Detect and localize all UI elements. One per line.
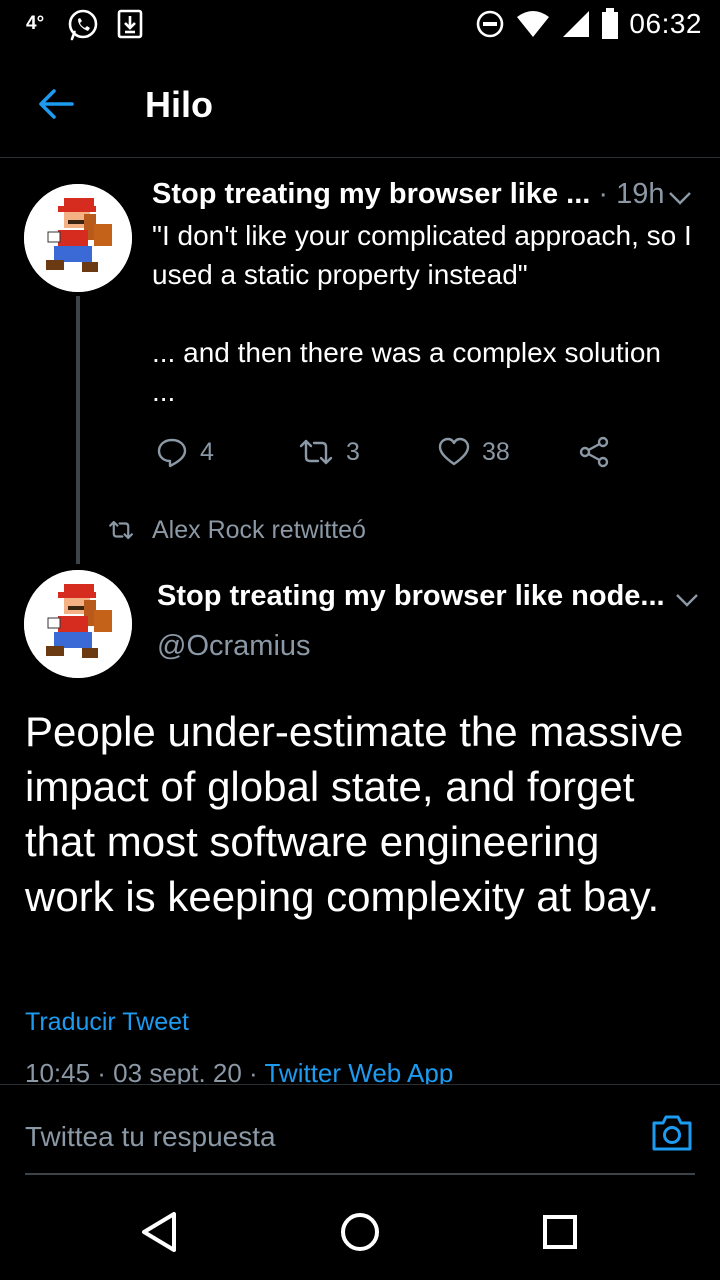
retweet-button[interactable]: 3 — [298, 430, 360, 474]
tweet-timestamp: 10:45 · 03 sept. 20 · — [25, 1058, 265, 1084]
battery-icon — [602, 8, 619, 39]
retweet-note: Alex Rock retwitteó — [108, 512, 366, 548]
camera-icon[interactable] — [650, 1111, 694, 1155]
tweet-actions: 4 3 38 — [152, 430, 632, 474]
retweet-count: 3 — [346, 437, 360, 466]
tweet-metadata: 10:45 · 03 sept. 20 · Twitter Web App — [25, 1058, 695, 1084]
download-icon — [117, 9, 143, 39]
heart-icon — [438, 437, 470, 466]
recents-square-icon[interactable] — [536, 1208, 584, 1256]
status-bar: 4° 06:32 — [0, 0, 720, 50]
like-count: 38 — [482, 437, 510, 466]
avatar[interactable] — [24, 570, 132, 678]
main-tweet-handle[interactable]: @Ocramius — [157, 630, 311, 663]
reply-button[interactable]: 4 — [156, 430, 214, 474]
app-header: Hilo — [0, 60, 720, 158]
page-title: Hilo — [145, 84, 213, 125]
main-tweet-text: People under-estimate the massive impact… — [25, 708, 684, 920]
thread-connector — [76, 296, 80, 564]
thread-tweet-text: "I don't like your complicated approach,… — [152, 220, 692, 407]
arrow-left-icon[interactable] — [34, 82, 78, 126]
back-triangle-icon[interactable] — [136, 1208, 184, 1256]
translate-link[interactable]: Traducir Tweet — [25, 1008, 189, 1037]
like-button[interactable]: 38 — [438, 430, 510, 474]
retweet-note-text[interactable]: Alex Rock retwitteó — [152, 516, 366, 545]
avatar[interactable] — [24, 184, 132, 292]
reply-input[interactable]: Twittea tu respuesta — [25, 1121, 276, 1153]
reply-composer: Twittea tu respuesta — [0, 1084, 720, 1184]
chevron-down-icon[interactable] — [667, 190, 693, 206]
clock: 06:32 — [629, 8, 702, 39]
retweet-icon — [109, 520, 133, 540]
main-tweet-author[interactable]: Stop treating my browser like node... — [157, 580, 665, 613]
whatsapp-icon — [68, 9, 98, 41]
thread-tweet-header: Stop treating my browser like ... · 19h — [152, 178, 665, 211]
dnd-icon — [477, 10, 504, 38]
reply-icon — [157, 438, 187, 468]
home-circle-icon[interactable] — [336, 1208, 384, 1256]
mario-avatar-image — [24, 570, 132, 678]
system-nav-bar — [0, 1184, 720, 1280]
share-button[interactable] — [578, 430, 610, 474]
thread-tweet-time: · 19h — [598, 178, 665, 210]
retweet-icon — [299, 439, 333, 465]
reply-count: 4 — [200, 437, 214, 466]
thread-tweet-author[interactable]: Stop treating my browser like ... — [152, 178, 590, 210]
share-icon — [579, 436, 609, 468]
tweet-source-link[interactable]: Twitter Web App — [264, 1058, 453, 1084]
chevron-down-icon[interactable] — [674, 592, 700, 608]
mario-avatar-image — [24, 184, 132, 292]
signal-icon — [563, 11, 590, 37]
wifi-icon — [517, 11, 550, 37]
reply-input-underline — [25, 1173, 695, 1175]
temperature: 4° — [26, 13, 45, 34]
